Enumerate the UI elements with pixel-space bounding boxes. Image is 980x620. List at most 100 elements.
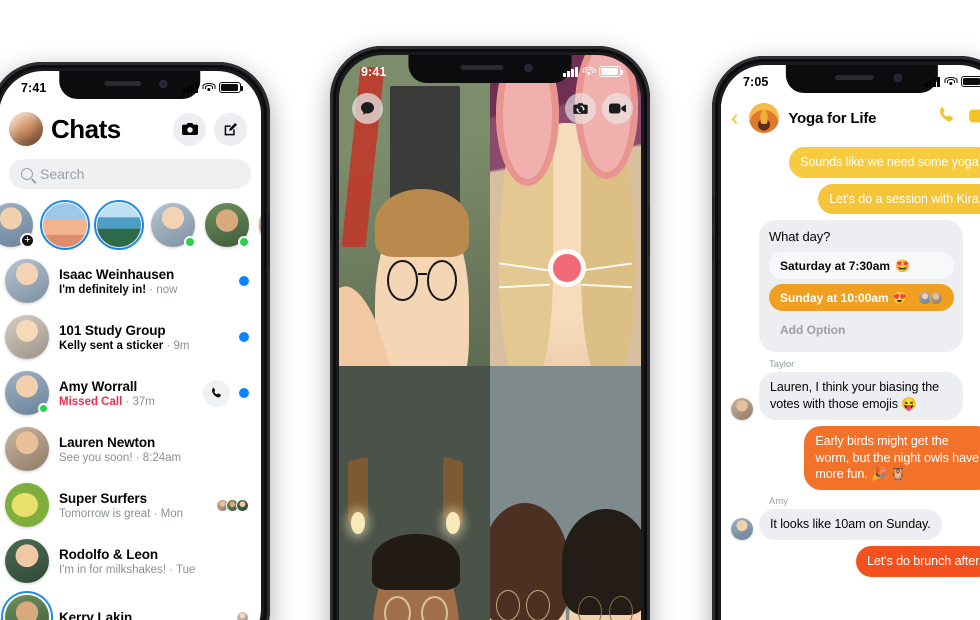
message-row: Let's do a session with Kira. xyxy=(731,183,980,215)
chat-text: Amy Worrall Missed Call · 37m xyxy=(59,379,193,408)
message-bubble[interactable]: Sounds like we need some yoga. xyxy=(789,147,980,178)
volume-down-button[interactable] xyxy=(712,234,714,262)
camera-button[interactable] xyxy=(173,112,206,146)
audio-call-button[interactable] xyxy=(937,106,956,130)
poll-voters xyxy=(918,290,944,305)
chat-name: Amy Worrall xyxy=(59,378,138,394)
back-button[interactable]: ‹ xyxy=(729,107,740,129)
glasses-icon xyxy=(387,260,418,301)
story-vanlife[interactable] xyxy=(40,200,90,250)
poll-option[interactable]: Saturday at 7:30am 🤩 xyxy=(769,252,955,280)
seen-avatar xyxy=(236,498,249,512)
chat-list-item[interactable]: Kerry Lakin xyxy=(0,589,261,620)
message-bubble[interactable]: Let's do brunch after. xyxy=(855,545,980,577)
chat-meta xyxy=(239,276,249,286)
message-bubble[interactable]: Early birds might get the worm, but the … xyxy=(804,425,980,491)
stories-row[interactable]: + xyxy=(0,199,261,251)
chat-list-item[interactable]: Super Surfers Tomorrow is great · Mon xyxy=(0,477,261,533)
chat-bubble-icon xyxy=(360,101,375,115)
chat-list-item[interactable]: 101 Study Group Kelly sent a sticker · 9… xyxy=(0,309,261,365)
glasses-icon xyxy=(496,589,521,620)
mouse-nose-icon xyxy=(553,254,581,283)
phone-right-conversation: 7:05 ‹ Yoga for Life Sounds like we need… xyxy=(712,56,980,620)
battery-icon xyxy=(219,82,244,93)
chat-preview: Kelly sent a sticker · 9m xyxy=(59,339,190,352)
compose-button[interactable] xyxy=(214,112,247,146)
sender-name: Taylor xyxy=(769,359,795,371)
volume-up-button[interactable] xyxy=(712,196,714,224)
profile-avatar[interactable] xyxy=(9,112,43,146)
power-button[interactable] xyxy=(268,212,270,268)
chat-name: Isaac Weinhausen xyxy=(59,266,175,282)
story-active-friend-3[interactable] xyxy=(259,203,261,247)
avatar xyxy=(5,259,49,303)
wifi-icon xyxy=(944,76,957,87)
story-active-friend-1[interactable] xyxy=(151,203,196,248)
add-story-plus-icon[interactable]: + xyxy=(20,233,35,248)
story-active-friend-2[interactable] xyxy=(205,203,250,248)
video-camera-icon xyxy=(609,103,626,114)
chat-text: Kerry Lakin xyxy=(59,610,229,620)
front-camera xyxy=(893,74,902,82)
chat-name: Super Surfers xyxy=(59,490,147,506)
story-add-your-story[interactable]: + xyxy=(0,203,35,248)
video-tile-participant-3[interactable] xyxy=(339,366,490,620)
video-call-grid xyxy=(339,55,641,620)
message-bubble[interactable]: It looks like 10am on Sunday. xyxy=(759,509,942,540)
video-tile-participant-2[interactable] xyxy=(490,55,641,366)
message-thread[interactable]: Sounds like we need some yoga. Let's do … xyxy=(721,141,980,620)
story-avatar xyxy=(259,203,261,247)
video-tile-participant-1[interactable] xyxy=(339,55,490,366)
avatar xyxy=(5,595,49,620)
notch xyxy=(785,65,939,93)
camera-icon xyxy=(181,123,198,135)
video-call-button[interactable] xyxy=(969,109,980,128)
chat-bubble-button[interactable] xyxy=(352,93,383,124)
unread-dot-icon xyxy=(239,332,249,342)
message-row: Sounds like we need some yoga. xyxy=(731,147,980,178)
online-dot-icon xyxy=(184,236,196,248)
chat-list-item[interactable]: Isaac Weinhausen I'm definitely in! · no… xyxy=(0,253,261,309)
avatar[interactable] xyxy=(731,397,753,420)
message-row: Lauren, I think your biasing the votes w… xyxy=(731,372,980,420)
participant-hair xyxy=(562,509,641,615)
call-back-button[interactable] xyxy=(203,379,230,407)
message-bubble[interactable]: Let's do a session with Kira. xyxy=(818,183,980,215)
glasses-icon xyxy=(426,260,457,301)
chat-name: Lauren Newton xyxy=(59,434,156,450)
chat-text: Rodolfo & Leon I'm in for milkshakes! · … xyxy=(59,547,239,576)
video-toggle-button[interactable] xyxy=(602,93,633,124)
message-row: Let's do brunch after. xyxy=(731,545,980,577)
story-bay-trip[interactable] xyxy=(94,200,144,250)
message-bubble[interactable]: Lauren, I think your biasing the votes w… xyxy=(759,372,964,420)
group-avatar[interactable] xyxy=(749,103,780,133)
unread-dot-icon xyxy=(239,276,249,286)
phone-center-video-call: 9:41 xyxy=(330,46,650,620)
chat-list-item[interactable]: Lauren Newton See you soon! · 8:24am xyxy=(0,421,261,477)
earpiece-speaker xyxy=(104,81,142,86)
search-input[interactable]: Search xyxy=(9,159,251,189)
volume-up-button[interactable] xyxy=(330,176,332,206)
avatar[interactable] xyxy=(731,517,753,540)
power-button[interactable] xyxy=(648,206,650,256)
call-top-controls[interactable] xyxy=(565,93,633,124)
avatar xyxy=(5,539,49,583)
chat-list-item[interactable]: Rodolfo & Leon I'm in for milkshakes! · … xyxy=(0,533,261,589)
add-poll-option-button[interactable]: Add Option xyxy=(769,316,954,343)
poll-option-emoji: 🤩 xyxy=(895,258,911,273)
chat-preview: Missed Call · 37m xyxy=(59,395,155,408)
lamp-glow xyxy=(351,512,365,534)
status-time: 7:05 xyxy=(743,74,769,89)
poll-card[interactable]: What day? Saturday at 7:30am 🤩 Sunday at… xyxy=(759,220,964,353)
video-tile-participant-4[interactable] xyxy=(490,366,641,620)
poll-option-selected[interactable]: Sunday at 10:00am 😍 xyxy=(769,284,955,312)
flip-camera-button[interactable] xyxy=(565,93,596,124)
chat-list[interactable]: Isaac Weinhausen I'm definitely in! · no… xyxy=(0,253,261,620)
chat-list-item[interactable]: Amy Worrall Missed Call · 37m xyxy=(0,365,261,421)
page-title: Chats xyxy=(51,113,121,144)
volume-down-button[interactable] xyxy=(330,216,332,246)
participant-hair xyxy=(372,533,460,590)
avatar xyxy=(5,427,49,471)
battery-icon xyxy=(961,76,980,87)
glasses-bridge xyxy=(417,272,427,276)
